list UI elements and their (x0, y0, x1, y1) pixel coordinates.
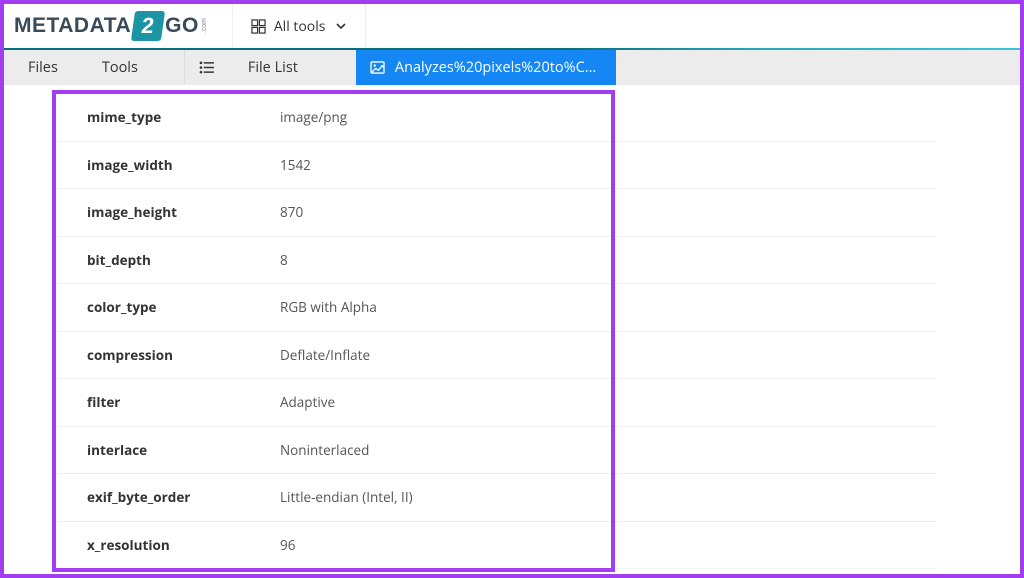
metadata-key: bit_depth (55, 251, 278, 269)
metadata-value: 8 (278, 251, 288, 269)
grid-icon (251, 19, 266, 34)
tab-tools[interactable]: Tools (76, 50, 184, 85)
metadata-key: x_resolution (55, 536, 278, 554)
metadata-value: 96 (278, 536, 295, 554)
metadata-row: filterAdaptive (55, 379, 936, 427)
metadata-value: 870 (278, 203, 303, 221)
metadata-value: image/png (278, 108, 347, 126)
tab-active-file[interactable]: Analyzes%20pixels%20to%C... (356, 50, 616, 85)
metadata-row: interlaceNoninterlaced (55, 427, 936, 475)
tab-file-list-label: File List (248, 58, 298, 77)
tab-files[interactable]: Files (4, 50, 76, 85)
tab-files-label: Files (28, 58, 58, 77)
metadata-key: interlace (55, 441, 278, 459)
tab-bar: Files Tools File List Analyzes%20pixels%… (4, 50, 1020, 85)
metadata-value: RGB with Alpha (278, 298, 377, 316)
metadata-value: Noninterlaced (278, 441, 369, 459)
logo-digit: 2 (131, 11, 165, 41)
all-tools-label: All tools (274, 17, 326, 36)
metadata-key: image_width (55, 156, 278, 174)
site-logo[interactable]: METADATA 2 GO .com (14, 11, 208, 41)
tab-active-file-label: Analyzes%20pixels%20to%C... (395, 58, 596, 77)
metadata-row: color_typeRGB with Alpha (55, 284, 936, 332)
metadata-key: color_type (55, 298, 278, 316)
metadata-key: mime_type (55, 108, 278, 126)
tab-file-list[interactable]: File List (184, 50, 356, 85)
metadata-row: image_width1542 (55, 142, 936, 190)
metadata-row: exif_byte_orderLittle-endian (Intel, II) (55, 474, 936, 522)
metadata-row: image_height870 (55, 189, 936, 237)
top-header: METADATA 2 GO .com All tools (4, 4, 1020, 50)
metadata-key: filter (55, 393, 278, 411)
metadata-row: mime_typeimage/png (55, 94, 936, 142)
chevron-down-icon (335, 20, 347, 32)
metadata-value: Deflate/Inflate (278, 346, 370, 364)
logo-text-pre: METADATA (14, 14, 131, 38)
metadata-value: 1542 (278, 156, 311, 174)
metadata-value: Little-endian (Intel, II) (278, 488, 413, 506)
metadata-key: exif_byte_order (55, 488, 278, 506)
main-content: mime_typeimage/pngimage_width1542image_h… (8, 87, 1016, 570)
metadata-value: Adaptive (278, 393, 335, 411)
metadata-row: compressionDeflate/Inflate (55, 332, 936, 380)
metadata-row: bit_depth8 (55, 237, 936, 285)
all-tools-dropdown[interactable]: All tools (232, 4, 367, 48)
logo-text-post: GO (165, 14, 199, 38)
list-icon (199, 61, 214, 74)
metadata-key: image_height (55, 203, 278, 221)
tab-tools-label: Tools (102, 58, 138, 77)
image-icon (370, 61, 385, 74)
metadata-row: x_resolution96 (55, 522, 936, 570)
metadata-key: compression (55, 346, 278, 364)
metadata-table: mime_typeimage/pngimage_width1542image_h… (55, 94, 936, 569)
logo-suffix: .com (201, 18, 208, 33)
